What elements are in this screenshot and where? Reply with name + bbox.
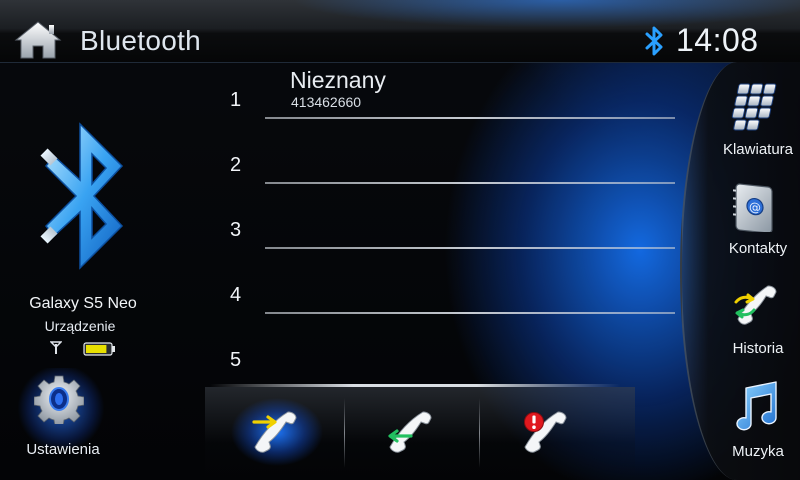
menu-item-history[interactable]: Historia	[682, 262, 800, 358]
slot-number: 3	[230, 219, 242, 241]
device-name: Galaxy S5 Neo	[29, 295, 137, 312]
clock: 14:08	[676, 22, 759, 58]
settings-label: Ustawienia	[26, 441, 100, 458]
slot-number: 4	[230, 284, 242, 306]
contacts-book-icon: @	[733, 183, 773, 232]
menu-label-music: Muzyka	[732, 443, 784, 460]
home-icon[interactable]	[14, 20, 62, 60]
contact-name: Nieznany	[290, 67, 386, 93]
call-filter-bar	[210, 390, 615, 480]
page-title: Bluetooth	[80, 25, 202, 56]
slot-number: 5	[230, 349, 242, 371]
music-note-icon	[736, 381, 777, 431]
battery-icon	[83, 342, 115, 356]
menu-item-music[interactable]: Muzyka	[682, 362, 800, 460]
incoming-calls-button[interactable]	[345, 390, 479, 480]
slot-number: 2	[230, 154, 242, 176]
gear-icon	[34, 375, 84, 424]
call-slot-4[interactable]: 4	[205, 257, 680, 322]
slot-divider	[265, 247, 675, 249]
signal-icon	[50, 341, 62, 354]
call-slot-1[interactable]: 1 Nieznany 413462660	[205, 62, 680, 127]
menu-item-keypad[interactable]: Klawiatura	[682, 62, 800, 158]
bluetooth-status-icon	[645, 26, 663, 56]
menu-item-contacts[interactable]: @ Kontakty	[682, 162, 800, 258]
header-bar: Bluetooth 14:08	[0, 0, 800, 63]
settings-button[interactable]: Ustawienia	[0, 362, 130, 472]
device-panel: Galaxy S5 Neo Urządzenie Ustawienia	[0, 62, 205, 480]
slot-divider	[265, 117, 675, 119]
slot-number: 1	[230, 89, 242, 111]
call-history-icon	[734, 285, 777, 325]
menu-label-keypad: Klawiatura	[722, 141, 794, 158]
svg-text:@: @	[749, 200, 761, 215]
keypad-icon	[731, 83, 777, 131]
battery-level-fill	[86, 345, 107, 353]
slot-divider	[265, 312, 675, 314]
side-menu: Klawiatura @ Kontakty Historia Muzyka	[680, 62, 800, 480]
action-bar-separator	[210, 384, 620, 387]
outgoing-call-icon	[252, 411, 297, 453]
bluetooth-logo-icon	[40, 122, 124, 270]
call-list: 1 Nieznany 413462660 2 3 4 5	[205, 62, 680, 392]
call-slot-2[interactable]: 2	[205, 127, 680, 192]
missed-calls-button[interactable]	[480, 390, 614, 480]
phone-number: 413462660	[291, 94, 362, 110]
outgoing-calls-button[interactable]	[210, 390, 344, 480]
missed-call-icon	[524, 411, 567, 453]
call-slot-5[interactable]: 5	[205, 322, 680, 387]
slot-divider	[265, 182, 675, 184]
menu-label-history: Historia	[732, 340, 784, 357]
call-slot-3[interactable]: 3	[205, 192, 680, 257]
incoming-call-icon	[388, 411, 432, 453]
menu-label-contacts: Kontakty	[728, 240, 788, 257]
device-type: Urządzenie	[44, 318, 116, 334]
